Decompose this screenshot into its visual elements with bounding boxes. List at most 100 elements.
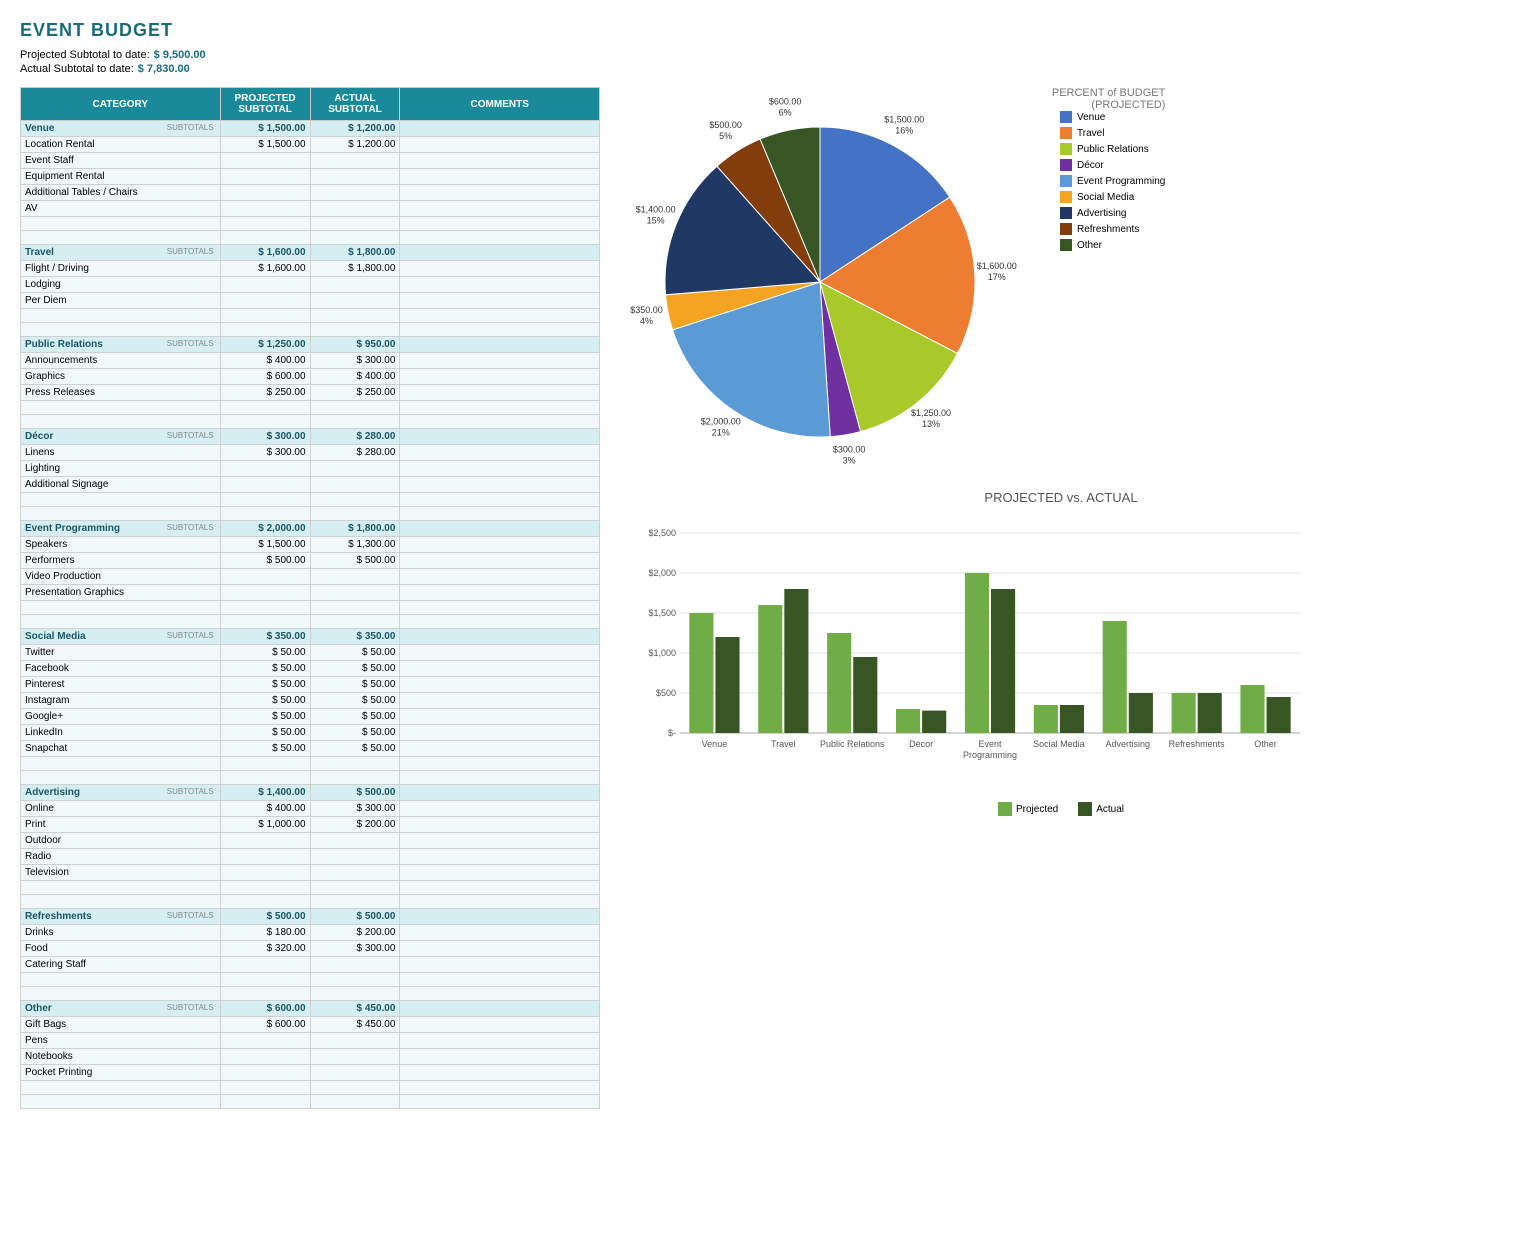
legend-item: Public Relations bbox=[1060, 143, 1165, 155]
blank-row bbox=[21, 615, 600, 629]
svg-text:$1,250.00: $1,250.00 bbox=[911, 408, 951, 418]
table-row: Speakers $ 1,500.00 $ 1,300.00 bbox=[21, 537, 600, 553]
actual-subtotal-row: Actual Subtotal to date: $ 7,830.00 bbox=[20, 63, 1502, 75]
table-row: Location Rental $ 1,500.00 $ 1,200.00 bbox=[21, 137, 600, 153]
legend-item: Refreshments bbox=[1060, 223, 1165, 235]
table-row: Performers $ 500.00 $ 500.00 bbox=[21, 553, 600, 569]
table-row: Equipment Rental bbox=[21, 169, 600, 185]
svg-text:Travel: Travel bbox=[771, 739, 796, 749]
blank-row bbox=[21, 987, 600, 1001]
svg-text:$1,500: $1,500 bbox=[648, 608, 676, 618]
table-row: Venue SUBTOTALS $ 1,500.00 $ 1,200.00 bbox=[21, 121, 600, 137]
table-row: Event Staff bbox=[21, 153, 600, 169]
blank-row bbox=[21, 601, 600, 615]
svg-text:Advertising: Advertising bbox=[1106, 739, 1151, 749]
table-row: Presentation Graphics bbox=[21, 585, 600, 601]
svg-text:Refreshments: Refreshments bbox=[1169, 739, 1226, 749]
svg-text:Event: Event bbox=[978, 739, 1002, 749]
svg-text:$2,000.00: $2,000.00 bbox=[701, 417, 741, 427]
svg-text:16%: 16% bbox=[895, 125, 913, 135]
table-row: Catering Staff bbox=[21, 957, 600, 973]
svg-text:$1,400.00: $1,400.00 bbox=[636, 204, 676, 214]
blank-row bbox=[21, 973, 600, 987]
budget-table: CATEGORY PROJECTEDSUBTOTAL ACTUALSUBTOTA… bbox=[20, 87, 600, 1109]
col-actual: ACTUALSUBTOTAL bbox=[310, 88, 400, 121]
table-row: Pocket Printing bbox=[21, 1065, 600, 1081]
svg-text:Social Media: Social Media bbox=[1033, 739, 1085, 749]
blank-row bbox=[21, 771, 600, 785]
blank-row bbox=[21, 1095, 600, 1109]
table-row: Announcements $ 400.00 $ 300.00 bbox=[21, 353, 600, 369]
svg-text:Venue: Venue bbox=[702, 739, 728, 749]
table-row: Radio bbox=[21, 849, 600, 865]
pie-chart: $1,500.0016%$1,600.0017%$1,250.0013%$300… bbox=[620, 87, 1040, 467]
blank-row bbox=[21, 507, 600, 521]
table-row: Public Relations SUBTOTALS $ 1,250.00 $ … bbox=[21, 337, 600, 353]
proj-legend-color bbox=[998, 802, 1012, 816]
table-row: Flight / Driving $ 1,600.00 $ 1,800.00 bbox=[21, 261, 600, 277]
svg-text:$500: $500 bbox=[656, 688, 676, 698]
table-row: Google+ $ 50.00 $ 50.00 bbox=[21, 709, 600, 725]
col-category: CATEGORY bbox=[21, 88, 221, 121]
blank-row bbox=[21, 415, 600, 429]
table-row: Travel SUBTOTALS $ 1,600.00 $ 1,800.00 bbox=[21, 245, 600, 261]
table-row: Video Production bbox=[21, 569, 600, 585]
table-row: Press Releases $ 250.00 $ 250.00 bbox=[21, 385, 600, 401]
legend-item: Event Programming bbox=[1060, 175, 1165, 187]
svg-text:$1,600.00: $1,600.00 bbox=[977, 261, 1017, 271]
bar-chart-title: PROJECTED vs. ACTUAL bbox=[620, 490, 1502, 505]
svg-text:$1,500.00: $1,500.00 bbox=[884, 114, 924, 124]
blank-row bbox=[21, 309, 600, 323]
blank-row bbox=[21, 323, 600, 337]
svg-text:$500.00: $500.00 bbox=[709, 120, 742, 130]
table-row: Refreshments SUBTOTALS $ 500.00 $ 500.00 bbox=[21, 909, 600, 925]
svg-text:Décor: Décor bbox=[909, 739, 933, 749]
table-row: Lodging bbox=[21, 277, 600, 293]
legend-item: Venue bbox=[1060, 111, 1165, 123]
bar-legend: Projected Actual bbox=[620, 802, 1502, 816]
page-title: EVENT BUDGET bbox=[20, 20, 1502, 41]
blank-row bbox=[21, 401, 600, 415]
svg-text:$1,000: $1,000 bbox=[648, 648, 676, 658]
svg-text:$-: $- bbox=[668, 728, 676, 738]
svg-text:17%: 17% bbox=[988, 272, 1006, 282]
blank-row bbox=[21, 881, 600, 895]
svg-text:$2,000: $2,000 bbox=[648, 568, 676, 578]
blank-row bbox=[21, 1081, 600, 1095]
table-row: Outdoor bbox=[21, 833, 600, 849]
col-comments: COMMENTS bbox=[400, 88, 600, 121]
blank-row bbox=[21, 231, 600, 245]
svg-text:$600.00: $600.00 bbox=[769, 96, 802, 106]
table-row: Food $ 320.00 $ 300.00 bbox=[21, 941, 600, 957]
table-row: Drinks $ 180.00 $ 200.00 bbox=[21, 925, 600, 941]
table-row: Additional Signage bbox=[21, 477, 600, 493]
table-row: Décor SUBTOTALS $ 300.00 $ 280.00 bbox=[21, 429, 600, 445]
svg-text:3%: 3% bbox=[843, 456, 856, 466]
projected-subtotal-row: Projected Subtotal to date: $ 9,500.00 bbox=[20, 49, 1502, 61]
table-row: Gift Bags $ 600.00 $ 450.00 bbox=[21, 1017, 600, 1033]
spreadsheet: CATEGORY PROJECTEDSUBTOTAL ACTUALSUBTOTA… bbox=[20, 87, 600, 1109]
legend-item: Décor bbox=[1060, 159, 1165, 171]
table-row: Print $ 1,000.00 $ 200.00 bbox=[21, 817, 600, 833]
svg-text:Other: Other bbox=[1254, 739, 1277, 749]
bar-chart: $-$500$1,000$1,500$2,000$2,500VenueTrave… bbox=[620, 513, 1320, 793]
act-legend-color bbox=[1078, 802, 1092, 816]
table-row: Other SUBTOTALS $ 600.00 $ 450.00 bbox=[21, 1001, 600, 1017]
blank-row bbox=[21, 757, 600, 771]
table-row: Graphics $ 600.00 $ 400.00 bbox=[21, 369, 600, 385]
svg-text:$350.00: $350.00 bbox=[630, 305, 663, 315]
table-row: Facebook $ 50.00 $ 50.00 bbox=[21, 661, 600, 677]
svg-text:4%: 4% bbox=[640, 316, 653, 326]
pie-legend: VenueTravelPublic RelationsDécorEvent Pr… bbox=[1060, 111, 1165, 251]
table-row: Pinterest $ 50.00 $ 50.00 bbox=[21, 677, 600, 693]
svg-text:Public Relations: Public Relations bbox=[820, 739, 885, 749]
table-row: Pens bbox=[21, 1033, 600, 1049]
svg-text:21%: 21% bbox=[712, 428, 730, 438]
table-row: Per Diem bbox=[21, 293, 600, 309]
pie-section: $1,500.0016%$1,600.0017%$1,250.0013%$300… bbox=[620, 87, 1502, 470]
table-row: Twitter $ 50.00 $ 50.00 bbox=[21, 645, 600, 661]
table-row: LinkedIn $ 50.00 $ 50.00 bbox=[21, 725, 600, 741]
blank-row bbox=[21, 493, 600, 507]
blank-row bbox=[21, 217, 600, 231]
svg-text:6%: 6% bbox=[779, 107, 792, 117]
